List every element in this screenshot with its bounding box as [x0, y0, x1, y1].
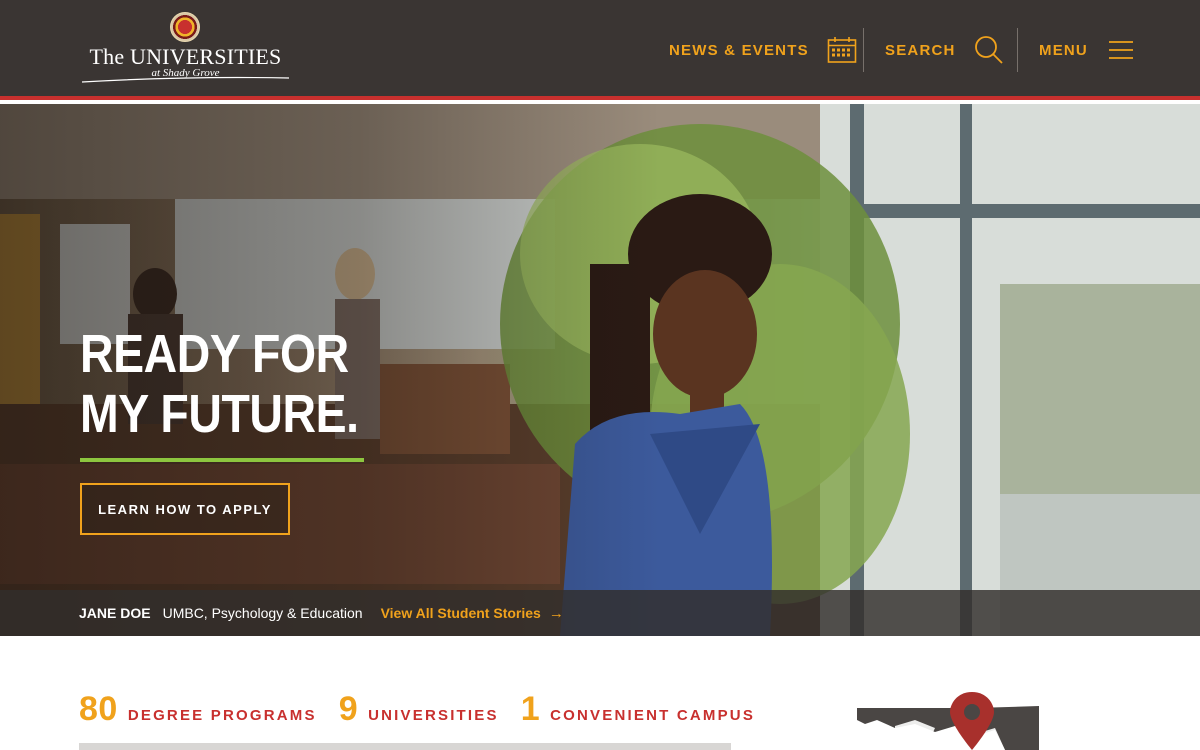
student-caption-bar: JANE DOE UMBC, Psychology & Education Vi… [0, 590, 1200, 636]
hero-title-line: READY FOR [80, 324, 349, 384]
stat-label: CONVENIENT CAMPUS [550, 707, 756, 724]
arrow-right-icon: → [548, 604, 564, 622]
search-icon [974, 36, 1003, 64]
stats-row: 80 DEGREE PROGRAMS 9 UNIVERSITIES 1 CONV… [79, 690, 777, 740]
stats-divider-bar [79, 743, 731, 750]
view-all-stories-link[interactable]: View All Student Stories → [381, 605, 564, 622]
logo-swoosh-icon [81, 76, 290, 83]
stat-number: 9 [338, 690, 359, 728]
site-logo[interactable]: The UNIVERSITIES at Shady Grove [78, 12, 293, 84]
nav-divider [1017, 28, 1018, 72]
hero-title: READY FOR MY FUTURE. [80, 324, 390, 444]
stat-label: DEGREE PROGRAMS [127, 707, 317, 724]
hero-section: READY FOR MY FUTURE. LEARN HOW TO APPLY … [0, 104, 1200, 636]
stat-number: 1 [520, 690, 541, 728]
nav-news-events-label: NEWS & EVENTS [669, 41, 809, 59]
stat-item: 80 DEGREE PROGRAMS [79, 690, 317, 729]
stat-item: 1 CONVENIENT CAMPUS [521, 690, 755, 729]
student-name: JANE DOE [79, 605, 151, 621]
view-all-stories-label: View All Student Stories [380, 605, 541, 621]
calendar-icon [827, 37, 857, 63]
learn-how-to-apply-button[interactable]: LEARN HOW TO APPLY [80, 483, 290, 535]
nav-menu-label: MENU [1039, 41, 1088, 59]
nav-search-label: SEARCH [885, 41, 956, 59]
maryland-map[interactable] [855, 690, 1045, 750]
hero-title-line: MY FUTURE. [80, 384, 359, 444]
stat-number: 80 [79, 690, 118, 728]
nav-news-events[interactable]: NEWS & EVENTS [669, 0, 857, 100]
nav-menu[interactable]: MENU [1039, 0, 1134, 100]
university-seal-icon [170, 12, 200, 42]
stat-item: 9 UNIVERSITIES [339, 690, 499, 729]
stat-label: UNIVERSITIES [368, 707, 499, 724]
hero-accent-rule [80, 458, 364, 462]
student-program: UMBC, Psychology & Education [162, 605, 363, 621]
nav-search[interactable]: SEARCH [885, 0, 1004, 100]
hamburger-menu-icon [1108, 41, 1133, 59]
site-header: The UNIVERSITIES at Shady Grove NEWS & E… [0, 0, 1200, 100]
maryland-map-graphic [857, 692, 1039, 750]
nav-divider [863, 28, 864, 72]
